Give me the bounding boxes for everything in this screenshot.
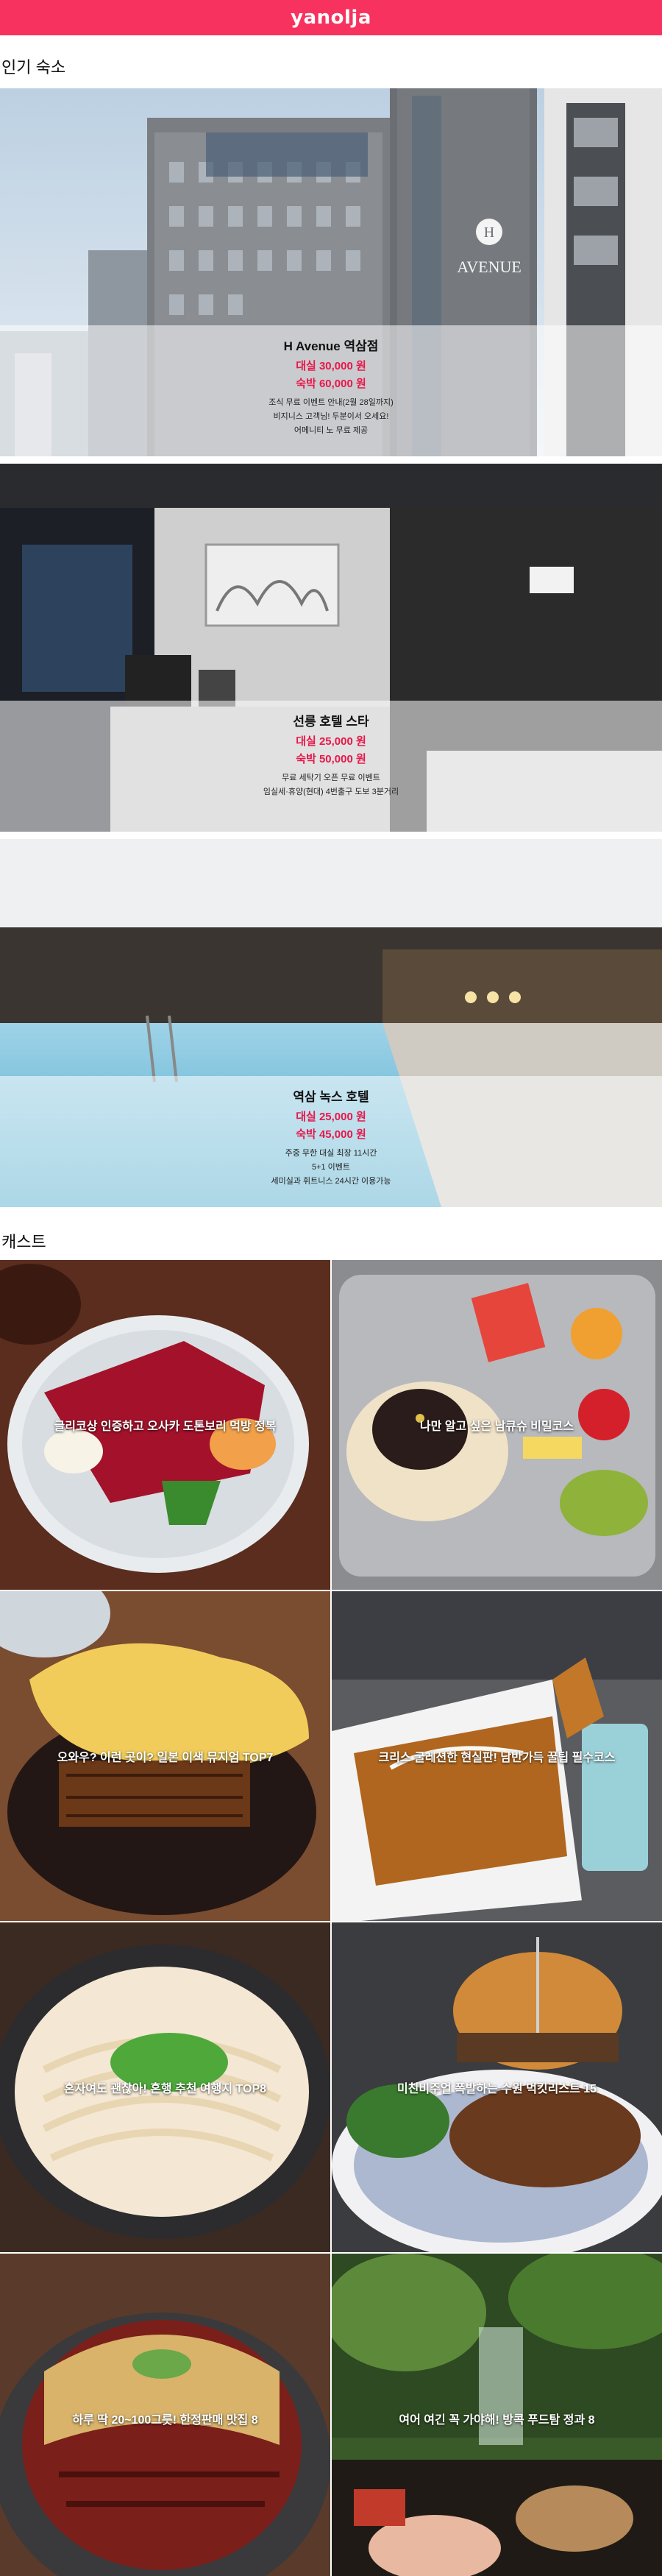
hotel-event-note: 주중 무한 대실 최장 11시간 [285,1149,377,1158]
hotel-sukbak-price: 숙박 50,000 원 [296,753,366,765]
hotel-event-note: 임실세·휴양(현대) 4번출구 도보 3분거리 [263,788,399,796]
svg-text:H: H [484,224,494,241]
cast-title: 여어 여긴 꼭 가야해! 방콕 푸드탐 정과 8 [399,2414,595,2427]
hotel-daesil-price: 대실 30,000 원 [296,360,366,372]
hotel-info: H Avenue 역삼점 대실 30,000 원 숙박 60,000 원 조식 … [0,325,662,456]
cast-card[interactable]: 나만 알고 싶은 남큐슈 비밀코스 [332,1260,662,1590]
cast-title: 하루 딱 20~100그릇! 한정판매 맛집 8 [72,2414,258,2427]
hotel-name: H Avenue 역삼점 [283,339,379,353]
hotel-info: 역삼 녹스 호텔 대실 25,000 원 숙박 45,000 원 주중 무한 대… [0,1076,662,1207]
app-header: yanolja [0,0,662,35]
hotel-event-note: 조식 무료 이벤트 안내(2월 28일까지) [268,398,394,407]
yanolja-logo[interactable]: yanolja [291,7,371,29]
hotel-sukbak-price: 숙박 45,000 원 [296,1128,366,1141]
cast-card[interactable]: 하루 딱 20~100그릇! 한정판매 맛집 8 [0,2254,330,2576]
hotel-event-note: 무료 세탁기 오픈 무료 이벤트 [282,774,380,782]
cast-card[interactable]: 미친비주얼 폭발하는 수원 먹킷리스트 15 [332,1922,662,2252]
cast-title: 오와우? 이런 곳이? 일본 이색 뮤지엄 TOP7 [57,1752,274,1764]
cast-title: 나만 알고 싶은 남큐슈 비밀코스 [419,1420,574,1433]
cast-card[interactable]: 혼자여도 괜찮아! 혼행 추천 여행지 TOP8 [0,1922,330,2252]
cast-title: 크리스 굴레션한 현실판! 남반가득 꿀팁 필수코스 [378,1752,616,1764]
hotel-daesil-price: 대실 25,000 원 [296,735,366,748]
cast-title: 혼자여도 괜찮아! 혼행 추천 여행지 TOP8 [63,2083,267,2095]
hotel-card[interactable]: H AVENUE H Avenue 역삼점 대실 30,000 원 숙박 60,… [0,88,662,456]
popular-hotel-list: H AVENUE H Avenue 역삼점 대실 30,000 원 숙박 60,… [0,88,662,1207]
hotel-sign: AVENUE [457,258,522,276]
hotel-event-note: 세미실과 휘트니스 24시간 이용가능 [271,1177,391,1186]
cast-card[interactable]: 글리코상 인증하고 오사카 도톤보리 먹방 정복 [0,1260,330,1590]
cast-card[interactable]: 오와우? 이런 곳이? 일본 이색 뮤지엄 TOP7 [0,1591,330,1921]
hotel-info: 선릉 호텔 스타 대실 25,000 원 숙박 50,000 원 무료 세탁기 … [0,701,662,832]
cast-title: 글리코상 인증하고 오사카 도톤보리 먹방 정복 [54,1420,277,1433]
hotel-card[interactable]: 역삼 녹스 호텔 대실 25,000 원 숙박 45,000 원 주중 무한 대… [0,839,662,1207]
hotel-card[interactable]: 선릉 호텔 스타 대실 25,000 원 숙박 50,000 원 무료 세탁기 … [0,464,662,832]
cast-card[interactable]: 여어 여긴 꼭 가야해! 방콕 푸드탐 정과 8 [332,2254,662,2576]
cast-grid: 글리코상 인증하고 오사카 도톤보리 먹방 정복 나만 알고 싶은 남큐슈 비밀… [0,1260,662,2576]
hotel-event-note: 비지니스 고객님! 두분이서 오세요! [273,412,389,421]
section-title-popular: 인기 숙소 [1,58,66,77]
hotel-sukbak-price: 숙박 60,000 원 [296,378,366,390]
hotel-event-note: 5+1 이벤트 [311,1163,351,1172]
hotel-event-note: 어메니티 노 무료 제공 [293,426,369,435]
cast-card[interactable]: 크리스 굴레션한 현실판! 남반가득 꿀팁 필수코스 [332,1591,662,1921]
section-title-cast: 캐스트 [1,1233,46,1251]
hotel-name: 역삼 녹스 호텔 [293,1090,369,1104]
hotel-daesil-price: 대실 25,000 원 [296,1111,366,1123]
cast-title: 미친비주얼 폭발하는 수원 먹킷리스트 15 [396,2083,597,2095]
hotel-name: 선릉 호텔 스타 [293,715,369,729]
